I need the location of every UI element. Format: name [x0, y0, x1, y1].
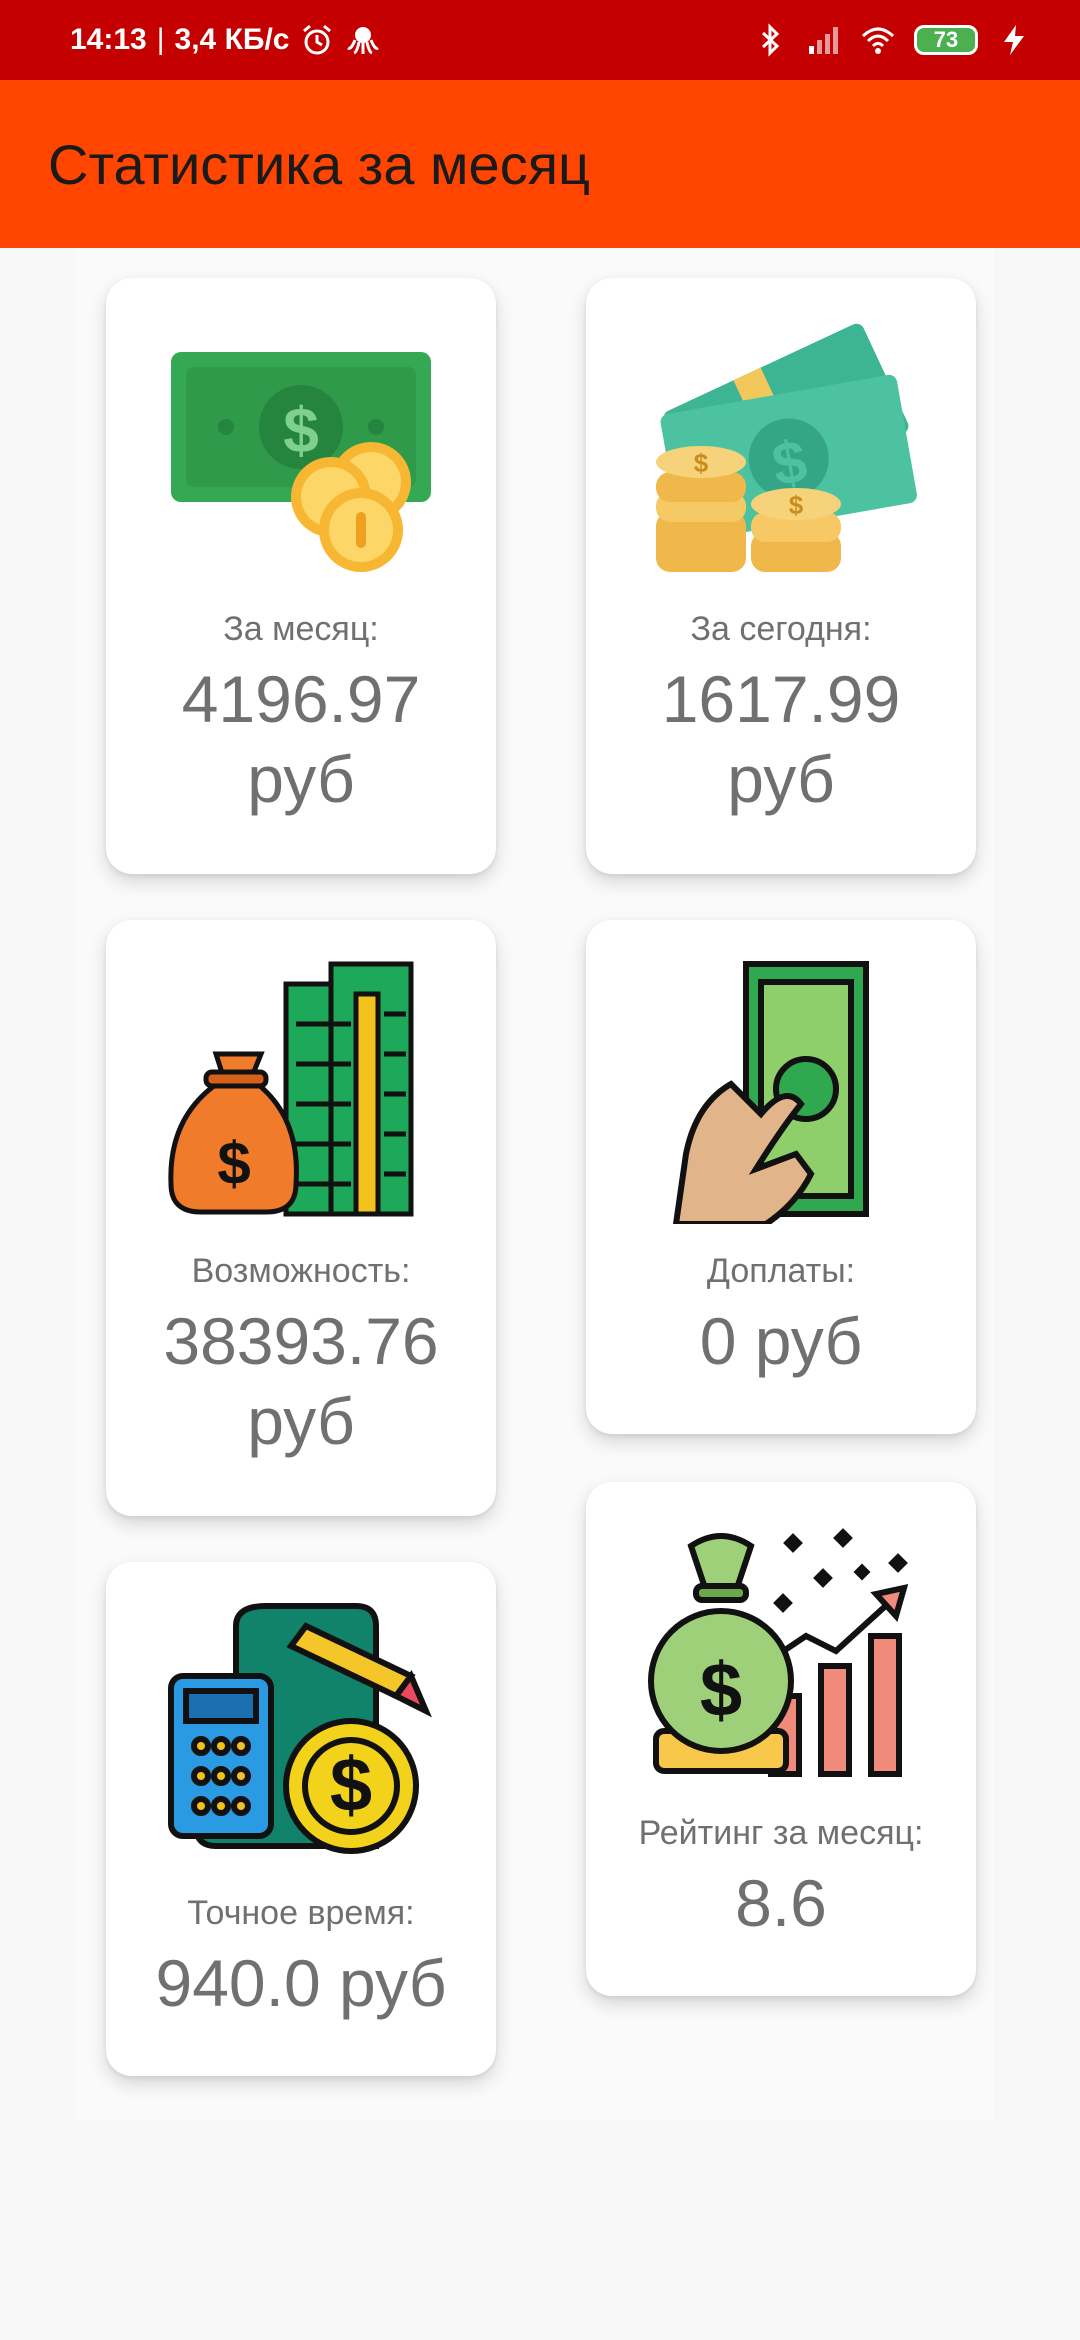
stat-label: За месяц:: [223, 610, 379, 648]
stat-card-exact-time: $ Точное время: 940.0 руб: [106, 1562, 496, 2076]
svg-text:$: $: [330, 1743, 372, 1828]
svg-text:$: $: [217, 1130, 250, 1197]
stat-label: Рейтинг за месяц:: [638, 1814, 924, 1852]
stat-label: Доплаты:: [706, 1252, 856, 1290]
hand-banknote-icon: [672, 961, 869, 1224]
battery-level: 73: [933, 27, 959, 52]
growth-money-bag-icon: $: [648, 1528, 909, 1777]
stat-value: 1617.99 руб: [661, 662, 901, 816]
stat-value: 0 руб: [699, 1304, 863, 1378]
signal-icon: [809, 27, 838, 54]
svg-text:$: $: [694, 448, 709, 478]
stat-card-opportunity: $ Возможность: 38393.76 руб: [106, 920, 496, 1516]
svg-text:$: $: [789, 490, 804, 520]
stat-value: 4196.97 руб: [181, 662, 421, 816]
app-bar: Статистика за месяц: [0, 80, 1080, 248]
charging-icon: [1004, 25, 1024, 55]
stat-label: За сегодня:: [690, 610, 872, 648]
stat-card-bonuses: Доплаты: 0 руб: [586, 920, 976, 1434]
status-bar: 14:13 | 3,4 КБ/с 73: [0, 0, 1080, 80]
stat-label: Возможность:: [191, 1252, 411, 1290]
status-separator: |: [156, 23, 165, 56]
svg-text:$: $: [700, 1648, 742, 1733]
stat-value: 940.0 руб: [155, 1946, 447, 2020]
calculator-coin-icon: $: [168, 1603, 432, 1854]
status-time: 14:13: [70, 23, 147, 56]
status-left: 14:13 | 3,4 КБ/с: [70, 22, 381, 58]
stat-label: Точное время:: [187, 1894, 415, 1932]
page-title: Статистика за месяц: [48, 132, 591, 196]
stat-value: 38393.76 руб: [163, 1304, 439, 1458]
bluetooth-icon: [761, 23, 780, 57]
svg-text:$: $: [283, 394, 319, 466]
alarm-icon: [303, 24, 332, 55]
battery-icon: 73: [914, 25, 978, 55]
stat-card-today: $ $ $ За сегодня: 1617.99 руб: [586, 278, 976, 874]
stat-card-rating: $ Рейтинг за месяц: 8.6: [586, 1482, 976, 1996]
network-speed: 3,4 КБ/с: [174, 23, 290, 56]
stat-value: 8.6: [735, 1866, 827, 1940]
stats-grid: $ За месяц: 4196.97 руб $ $ $ За сегодня…: [76, 248, 994, 2120]
money-stack-icon: $ $ $: [656, 323, 917, 572]
money-bag-stacks-icon: $: [168, 961, 414, 1217]
status-right: 73: [752, 22, 1032, 58]
cash-coins-icon: $: [171, 352, 431, 572]
wifi-icon: [861, 27, 895, 54]
stat-card-month: $ За месяц: 4196.97 руб: [106, 278, 496, 874]
octopus-icon: [347, 27, 380, 55]
